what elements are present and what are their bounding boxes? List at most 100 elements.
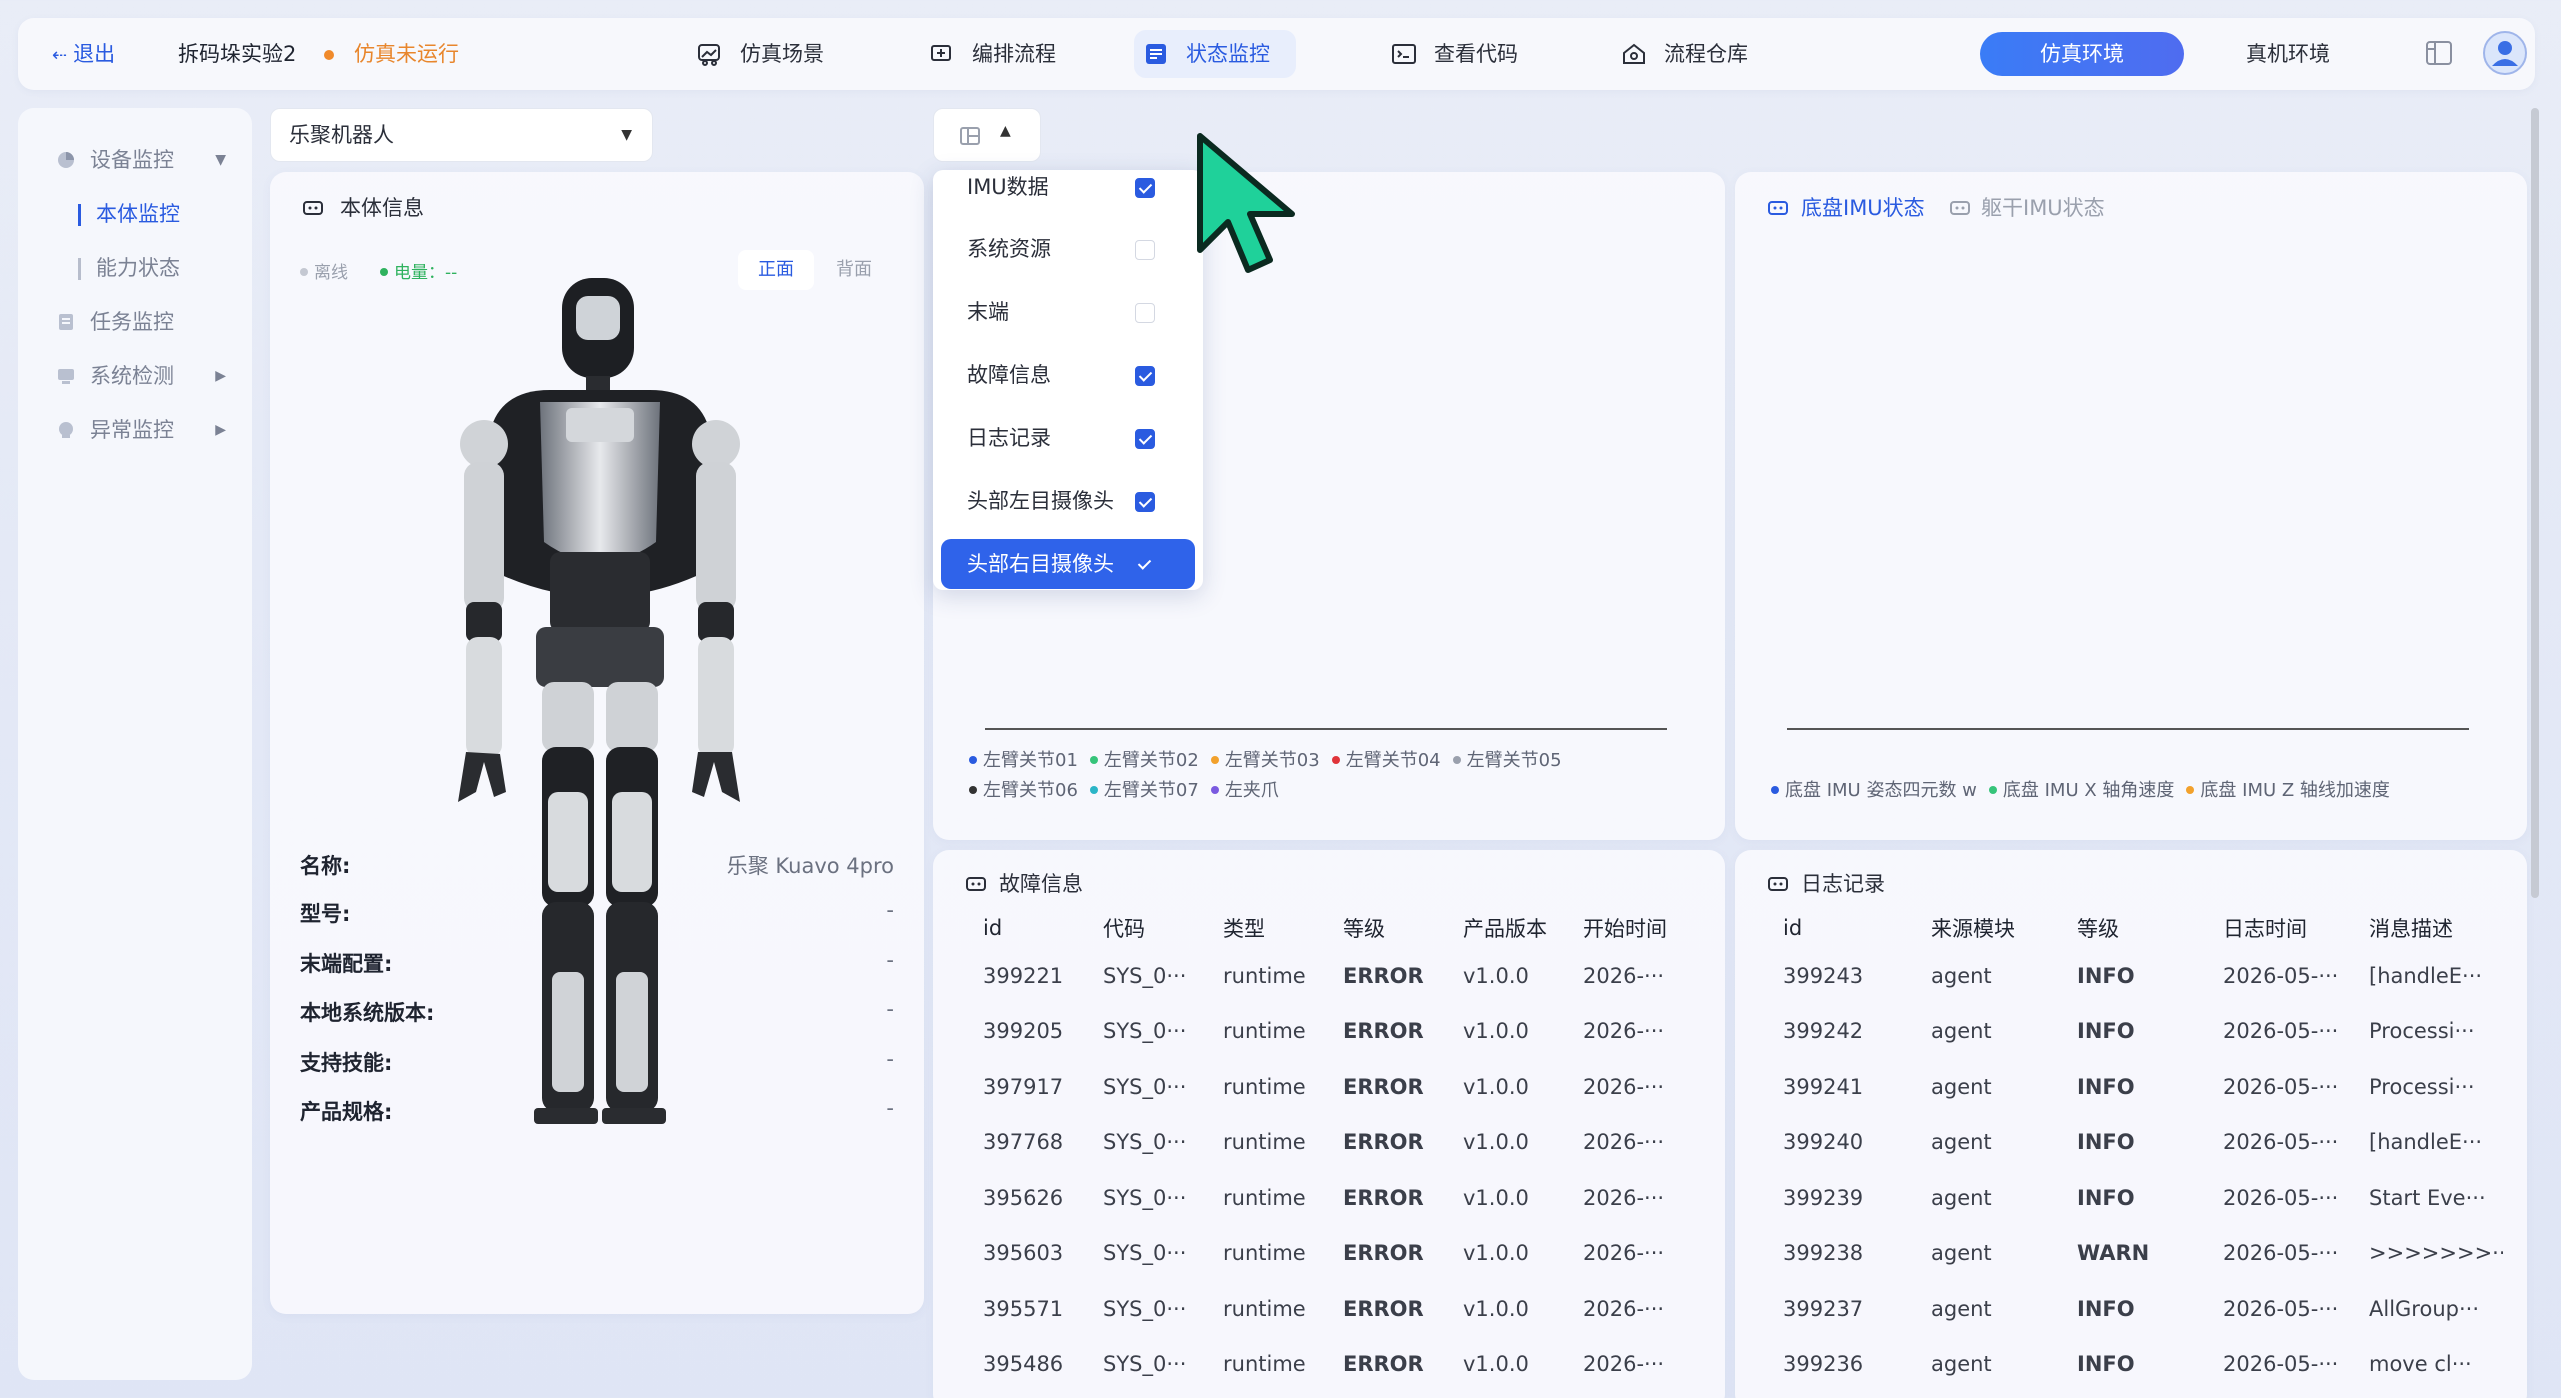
table-row[interactable]: 399241 agent INFO 2026-05-··· Processi··· [1783, 1059, 2503, 1115]
table-row[interactable]: 397917 SYS_0··· runtime ERROR v1.0.0 2026-··· [983, 1059, 1703, 1115]
dropdown-option[interactable]: 头部右目摄像头 [941, 539, 1195, 589]
column-header[interactable]: 等级 [2077, 908, 2223, 948]
checkbox[interactable] [1135, 366, 1155, 386]
dropdown-option[interactable]: 头部左目摄像头 [941, 476, 1195, 526]
nav-status-monitor[interactable]: 状态监控 [1134, 30, 1296, 78]
tab-chassis-imu[interactable]: 底盘IMU状态 [1801, 192, 1925, 222]
table-cell[interactable]: 399239 [1783, 1170, 1931, 1226]
sidebar-item-device-monitor[interactable]: 设备监控 ▼ [18, 140, 252, 180]
dropdown-option[interactable]: 系统资源 [941, 224, 1195, 274]
nav-orchestration[interactable]: 编排流程 [920, 30, 1056, 78]
checkbox[interactable] [1135, 178, 1155, 198]
legend-item[interactable]: 底盘 IMU Z 轴线加速度 [2186, 776, 2390, 802]
table-cell[interactable]: 399236 [1783, 1337, 1931, 1393]
table-cell[interactable]: 399205 [983, 1004, 1103, 1060]
sidebar-item-task-monitor[interactable]: 任务监控 [18, 302, 252, 342]
table-cell: INFO [2077, 1074, 2135, 1099]
column-header[interactable]: 产品版本 [1463, 908, 1583, 948]
table-row[interactable]: 399205 SYS_0··· runtime ERROR v1.0.0 2026-··· [983, 1004, 1703, 1060]
column-header[interactable]: 日志时间 [2223, 908, 2369, 948]
column-header[interactable]: 消息描述 [2369, 908, 2503, 948]
dropdown-option[interactable]: IMU数据 [941, 170, 1195, 212]
legend-item[interactable]: 左臂关节02 [1089, 746, 1199, 772]
panel-layout-button[interactable]: ▲ [933, 108, 1041, 162]
layout-panel-icon[interactable] [2424, 38, 2454, 68]
table-cell: v1.0.0 [1463, 1074, 1529, 1099]
table-row[interactable]: 399221 SYS_0··· runtime ERROR v1.0.0 2026-··· [983, 948, 1703, 1004]
table-cell[interactable]: 397917 [983, 1059, 1103, 1115]
column-header[interactable]: 代码 [1103, 908, 1223, 948]
checkbox[interactable] [1135, 555, 1155, 575]
table-cell[interactable]: 399242 [1783, 1004, 1931, 1060]
column-header[interactable]: 开始时间 [1583, 908, 1703, 948]
checkbox[interactable] [1135, 240, 1155, 260]
real-env-button[interactable]: 真机环境 [2186, 32, 2390, 76]
robot-select[interactable]: 乐聚机器人 ▼ [270, 108, 653, 162]
sidebar-item-body-monitor[interactable]: 本体监控 [18, 194, 252, 234]
column-header[interactable]: id [1783, 908, 1931, 948]
tab-torso-imu[interactable]: 躯干IMU状态 [1981, 192, 2105, 222]
nav-flow-repo[interactable]: 流程仓库 [1612, 30, 1748, 78]
table-row[interactable]: 395486 SYS_0··· runtime ERROR v1.0.0 2026-··· [983, 1337, 1703, 1393]
legend-item[interactable]: 左臂关节06 [969, 776, 1078, 802]
dropdown-option[interactable]: 故障信息 [941, 350, 1195, 400]
sidebar-item-system-check[interactable]: 系统检测 ▶ [18, 356, 252, 396]
legend-item[interactable]: 左臂关节07 [1089, 776, 1199, 802]
table-row[interactable]: 399236 agent INFO 2026-05-··· move cl··· [1783, 1337, 2503, 1393]
table-row[interactable]: 399242 agent INFO 2026-05-··· Processi··· [1783, 1004, 2503, 1060]
info-field-value: - [886, 948, 894, 972]
chart-axis [1787, 728, 2469, 730]
robot-icon [966, 877, 986, 891]
table-cell[interactable]: 399237 [1783, 1281, 1931, 1337]
legend-item[interactable]: 左臂关节05 [1452, 746, 1562, 772]
legend-item[interactable]: 左臂关节04 [1331, 746, 1441, 772]
dropdown-option[interactable]: 日志记录 [941, 413, 1195, 463]
table-row[interactable]: 395603 SYS_0··· runtime ERROR v1.0.0 2026-··· [983, 1226, 1703, 1282]
page-scrollbar[interactable] [2528, 108, 2542, 908]
exit-button[interactable]: ⇠ 退出 [52, 18, 115, 90]
table-cell[interactable]: 395603 [983, 1226, 1103, 1282]
table-row[interactable]: 399239 agent INFO 2026-05-··· Start Eve··· [1783, 1170, 2503, 1226]
column-header[interactable]: id [983, 908, 1103, 948]
table-row[interactable]: 399237 agent INFO 2026-05-··· AllGroup··· [1783, 1281, 2503, 1337]
back-view-button[interactable]: 背面 [816, 250, 892, 290]
legend-item[interactable]: 左夹爪 [1210, 776, 1279, 802]
sidebar-item-ability-status[interactable]: 能力状态 [18, 248, 252, 288]
table-cell: v1.0.0 [1463, 963, 1529, 988]
table-cell[interactable]: 399240 [1783, 1115, 1931, 1171]
column-header[interactable]: 来源模块 [1931, 908, 2077, 948]
avatar[interactable] [2482, 30, 2528, 76]
legend-item[interactable]: 左臂关节03 [1210, 746, 1320, 772]
dropdown-option[interactable]: 末端 [941, 287, 1195, 337]
legend-item[interactable]: 底盘 IMU 姿态四元数 w [1771, 776, 1977, 802]
table-row[interactable]: 399243 agent INFO 2026-05-··· [handleE··· [1783, 948, 2503, 1004]
nav-view-code[interactable]: 查看代码 [1382, 30, 1518, 78]
legend-item[interactable]: 左臂关节01 [969, 746, 1078, 772]
table-cell[interactable]: 395626 [983, 1170, 1103, 1226]
nav-sim-scene[interactable]: 仿真场景 [688, 30, 824, 78]
table-cell[interactable]: 399241 [1783, 1059, 1931, 1115]
table-cell[interactable]: 395486 [983, 1337, 1103, 1393]
table-row[interactable]: 399240 agent INFO 2026-05-··· [handleE··· [1783, 1115, 2503, 1171]
table-cell[interactable]: 399238 [1783, 1226, 1931, 1282]
table-cell[interactable]: 397768 [983, 1115, 1103, 1171]
table-cell[interactable]: 395571 [983, 1281, 1103, 1337]
table-row[interactable]: 395571 SYS_0··· runtime ERROR v1.0.0 2026-··· [983, 1281, 1703, 1337]
sim-env-button[interactable]: 仿真环境 [1980, 32, 2184, 76]
checkbox[interactable] [1135, 492, 1155, 512]
checkbox[interactable] [1135, 429, 1155, 449]
table-cell[interactable]: 399221 [983, 948, 1103, 1004]
scrollbar-thumb[interactable] [2531, 108, 2539, 898]
table-header-row: id 代码 类型 等级 产品版本 开始时间 [983, 908, 1703, 948]
table-cell: SYS_0··· [1103, 1352, 1187, 1377]
legend-item[interactable]: 底盘 IMU X 轴角速度 [1988, 776, 2174, 802]
table-cell[interactable]: 399243 [1783, 948, 1931, 1004]
column-header[interactable]: 等级 [1343, 908, 1463, 948]
table-row[interactable]: 399238 agent WARN 2026-05-··· >>>>>>>··· [1783, 1226, 2503, 1282]
legend-label: 左臂关节06 [983, 780, 1078, 801]
sidebar-item-anomaly-monitor[interactable]: 异常监控 ▶ [18, 410, 252, 450]
table-row[interactable]: 395626 SYS_0··· runtime ERROR v1.0.0 2026-··· [983, 1170, 1703, 1226]
column-header[interactable]: 类型 [1223, 908, 1343, 948]
table-row[interactable]: 397768 SYS_0··· runtime ERROR v1.0.0 2026-··· [983, 1115, 1703, 1171]
checkbox[interactable] [1135, 303, 1155, 323]
